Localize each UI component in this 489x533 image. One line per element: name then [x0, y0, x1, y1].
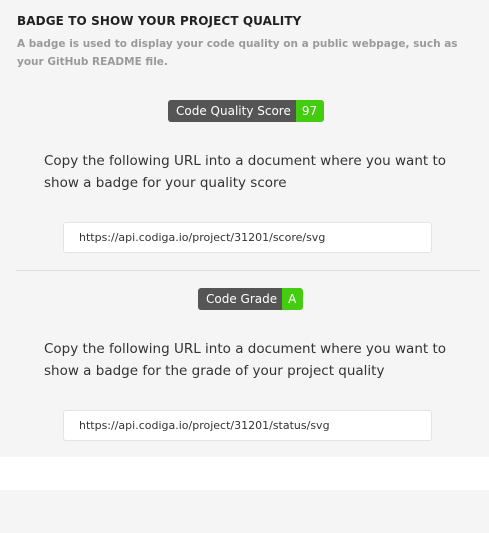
section-divider	[16, 270, 480, 271]
quality-score-url-field[interactable]: https://api.codiga.io/project/31201/scor…	[63, 222, 432, 253]
code-grade-badge: Code Grade A	[198, 288, 304, 310]
badge-panel: BADGE TO SHOW YOUR PROJECT QUALITY A bad…	[0, 0, 489, 457]
quality-score-instruction: Copy the following URL into a document w…	[44, 153, 447, 191]
badge-value: 97	[295, 100, 325, 122]
grade-instruction: Copy the following URL into a document w…	[44, 341, 447, 379]
badge-label: Code Grade	[198, 288, 283, 310]
next-panel	[0, 490, 489, 533]
grade-url-field[interactable]: https://api.codiga.io/project/31201/stat…	[63, 410, 432, 441]
code-quality-score-badge: Code Quality Score 97	[168, 100, 325, 122]
section-description: A badge is used to display your code qua…	[17, 38, 458, 68]
badge-label: Code Quality Score	[168, 100, 296, 122]
badge-value: A	[282, 288, 304, 310]
section-title: BADGE TO SHOW YOUR PROJECT QUALITY	[17, 14, 302, 28]
